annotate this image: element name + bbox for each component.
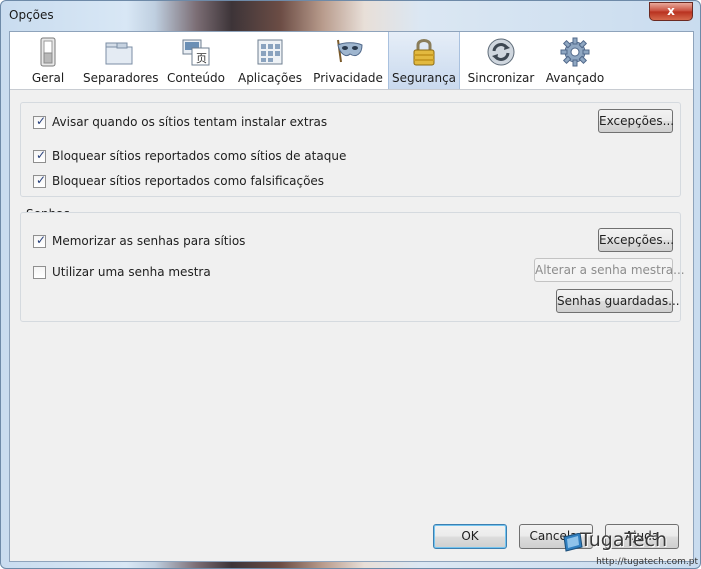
tab-separadores[interactable]: Separadores [83, 32, 159, 89]
check-icon: ✓ [36, 173, 47, 187]
passwords-exceptions-button[interactable]: Excepções... [598, 228, 674, 252]
folder-tabs-icon [105, 42, 133, 65]
options-content: Geral Separadores 页 Conteúdo Aplicações … [9, 31, 694, 562]
checkbox-box[interactable]: ✓ [33, 148, 47, 163]
tab-label: Geral [31, 71, 65, 85]
switch-icon [40, 37, 56, 67]
content-icon: 页 [182, 39, 210, 66]
checkbox-label: Utilizar uma senha mestra [52, 265, 211, 279]
tab-label: Separadores [83, 71, 159, 85]
tab-label: Avançado [545, 71, 605, 85]
ok-button[interactable]: OK [433, 524, 507, 549]
mask-icon [337, 39, 363, 63]
change-master-password-button[interactable]: Alterar a senha mestra... [534, 258, 685, 282]
addons-exceptions-button[interactable]: Excepções... [598, 109, 674, 133]
checkbox-box[interactable]: ✓ [33, 114, 47, 129]
tab-label: Privacidade [313, 71, 383, 85]
checkbox-label: Bloquear sítios reportados como falsific… [52, 174, 325, 188]
security-group: ✓ Avisar quando os sítios tentam instala… [20, 102, 681, 197]
block-attack-checkbox[interactable]: ✓ Bloquear sítios reportados como sítios… [33, 148, 453, 165]
warn-addons-checkbox[interactable]: ✓ Avisar quando os sítios tentam instala… [33, 114, 453, 131]
tab-label: Sincronizar [467, 71, 535, 85]
watermark-url: http://tugatech.com.pt [596, 557, 698, 567]
checkbox-label: Bloquear sítios reportados como sítios d… [52, 149, 347, 163]
checkbox-label: Avisar quando os sítios tentam instalar … [52, 115, 328, 129]
check-icon: ✓ [36, 148, 47, 162]
remember-passwords-checkbox[interactable]: ✓ Memorizar as senhas para sítios [33, 233, 333, 250]
gear-icon [560, 37, 590, 67]
block-forgery-checkbox[interactable]: ✓ Bloquear sítios reportados como falsif… [33, 173, 453, 190]
tab-label: Conteúdo [167, 71, 225, 85]
tab-geral[interactable]: Geral [17, 32, 79, 89]
check-icon: ✓ [36, 114, 47, 128]
checkbox-box[interactable]: ✓ [33, 233, 47, 248]
sync-icon [487, 38, 515, 66]
pane-toolbar: Geral Separadores 页 Conteúdo Aplicações … [10, 32, 693, 90]
tab-label: Segurança [391, 71, 457, 85]
tab-conteudo[interactable]: 页 Conteúdo [162, 32, 230, 89]
tab-privacidade[interactable]: Privacidade [310, 32, 386, 89]
checkbox-label: Memorizar as senhas para sítios [52, 234, 246, 248]
options-window: Opções x Geral Separadores 页 Conteúdo Ap… [0, 0, 701, 569]
checkbox-box[interactable] [33, 266, 46, 279]
title-bar[interactable]: Opções x [1, 1, 700, 31]
tab-aplicacoes[interactable]: Aplicações [237, 32, 303, 89]
saved-passwords-button[interactable]: Senhas guardadas... [556, 289, 680, 313]
master-password-checkbox[interactable]: Utilizar uma senha mestra [33, 265, 333, 281]
svg-text:页: 页 [196, 52, 207, 65]
tab-label: Aplicações [237, 71, 303, 85]
watermark: TugaTech http://tugatech.com.pt [563, 529, 698, 567]
watermark-logo: TugaTech [580, 529, 668, 551]
tab-seguranca[interactable]: Segurança [388, 32, 460, 89]
window-title: Opções [9, 8, 54, 22]
tab-avancado[interactable]: Avançado [543, 32, 607, 89]
tab-sincronizar[interactable]: Sincronizar [465, 32, 537, 89]
padlock-icon [413, 39, 435, 66]
check-icon: ✓ [36, 233, 47, 247]
checkbox-box[interactable]: ✓ [33, 173, 47, 188]
close-button[interactable]: x [649, 2, 693, 21]
passwords-group: ✓ Memorizar as senhas para sítios Excepç… [20, 212, 685, 322]
applications-icon [257, 39, 283, 65]
